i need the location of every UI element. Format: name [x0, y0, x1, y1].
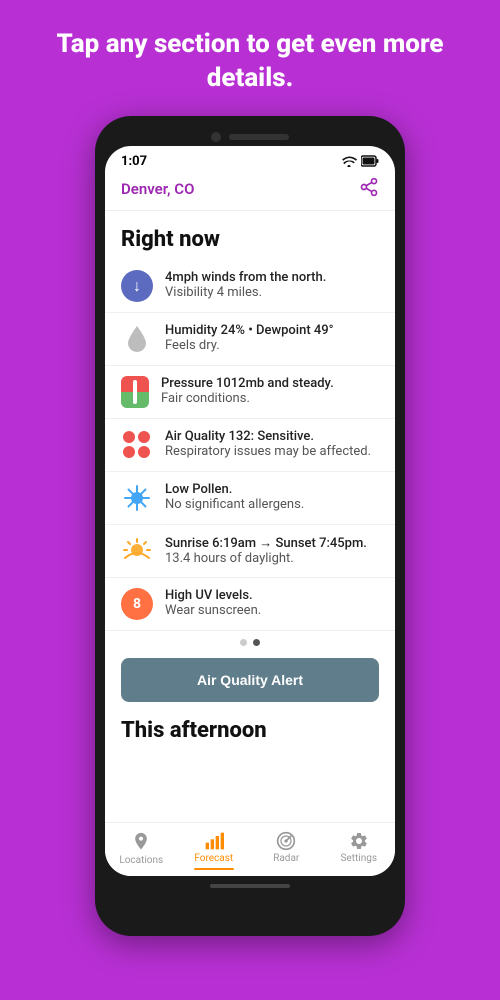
nav-item-locations[interactable]: Locations: [105, 829, 178, 872]
battery-icon: [361, 155, 379, 167]
uv-icon: 8: [121, 588, 153, 620]
home-bar: [210, 884, 290, 888]
nav-item-settings[interactable]: Settings: [323, 829, 396, 872]
share-icon[interactable]: [359, 177, 379, 202]
settings-icon: [349, 831, 369, 851]
right-now-title: Right now: [105, 223, 395, 260]
forecast-indicator: [194, 868, 234, 870]
settings-label: Settings: [340, 853, 377, 864]
pollen-text: Low Pollen. No significant allergens.: [165, 482, 379, 512]
home-bar-area: [105, 876, 395, 892]
dot-1: [240, 639, 247, 646]
air-quality-row[interactable]: Air Quality 132: Sensitive. Respiratory …: [105, 419, 395, 472]
dot-2: [253, 639, 260, 646]
humidity-row[interactable]: Humidity 24% • Dewpoint 49° Feels dry.: [105, 313, 395, 366]
locations-icon: [131, 831, 151, 853]
phone-notch: [105, 126, 395, 146]
phone-screen: 1:07 Denver, CO: [105, 146, 395, 876]
pressure-icon: [121, 376, 149, 408]
air-quality-icon: [121, 429, 153, 461]
forecast-label: Forecast: [194, 853, 233, 864]
status-bar: 1:07: [105, 146, 395, 173]
headline: Tap any section to get even more details…: [0, 0, 500, 116]
humidity-text: Humidity 24% • Dewpoint 49° Feels dry.: [165, 323, 379, 353]
sunrise-row[interactable]: Sunrise 6:19am → Sunset 7:45pm. 13.4 hou…: [105, 525, 395, 578]
forecast-icon: [204, 831, 224, 851]
wifi-icon: [341, 155, 357, 167]
pollen-row[interactable]: Low Pollen. No significant allergens.: [105, 472, 395, 525]
air-quality-alert-button[interactable]: Air Quality Alert: [121, 658, 379, 702]
humidity-icon: [121, 323, 153, 355]
wind-text: 4mph winds from the north. Visibility 4 …: [165, 270, 379, 300]
phone-frame: 1:07 Denver, CO: [95, 116, 405, 936]
location-bar[interactable]: Denver, CO: [105, 173, 395, 211]
pressure-text: Pressure 1012mb and steady. Fair conditi…: [161, 376, 379, 406]
bottom-nav: Locations Forecast Rada: [105, 822, 395, 876]
location-name: Denver, CO: [121, 180, 194, 198]
radar-icon: [276, 831, 296, 851]
air-quality-text: Air Quality 132: Sensitive. Respiratory …: [165, 429, 379, 459]
pollen-icon: [121, 482, 153, 514]
page-dots: [105, 631, 395, 654]
uv-text: High UV levels. Wear sunscreen.: [165, 588, 379, 618]
nav-item-forecast[interactable]: Forecast: [178, 829, 251, 872]
sunrise-icon: [121, 535, 153, 567]
phone-camera: [211, 132, 221, 142]
status-icons: [341, 155, 379, 167]
phone-speaker: [229, 134, 289, 140]
this-afternoon-title: This afternoon: [105, 714, 395, 747]
wind-icon: ↓: [121, 270, 153, 302]
radar-label: Radar: [273, 853, 299, 864]
uv-row[interactable]: 8 High UV levels. Wear sunscreen.: [105, 578, 395, 631]
locations-label: Locations: [119, 855, 163, 866]
pressure-row[interactable]: Pressure 1012mb and steady. Fair conditi…: [105, 366, 395, 419]
screen-content[interactable]: Right now ↓ 4mph winds from the north. V…: [105, 211, 395, 822]
wind-row[interactable]: ↓ 4mph winds from the north. Visibility …: [105, 260, 395, 313]
status-time: 1:07: [121, 154, 147, 169]
nav-item-radar[interactable]: Radar: [250, 829, 323, 872]
sunrise-text: Sunrise 6:19am → Sunset 7:45pm. 13.4 hou…: [165, 535, 379, 566]
